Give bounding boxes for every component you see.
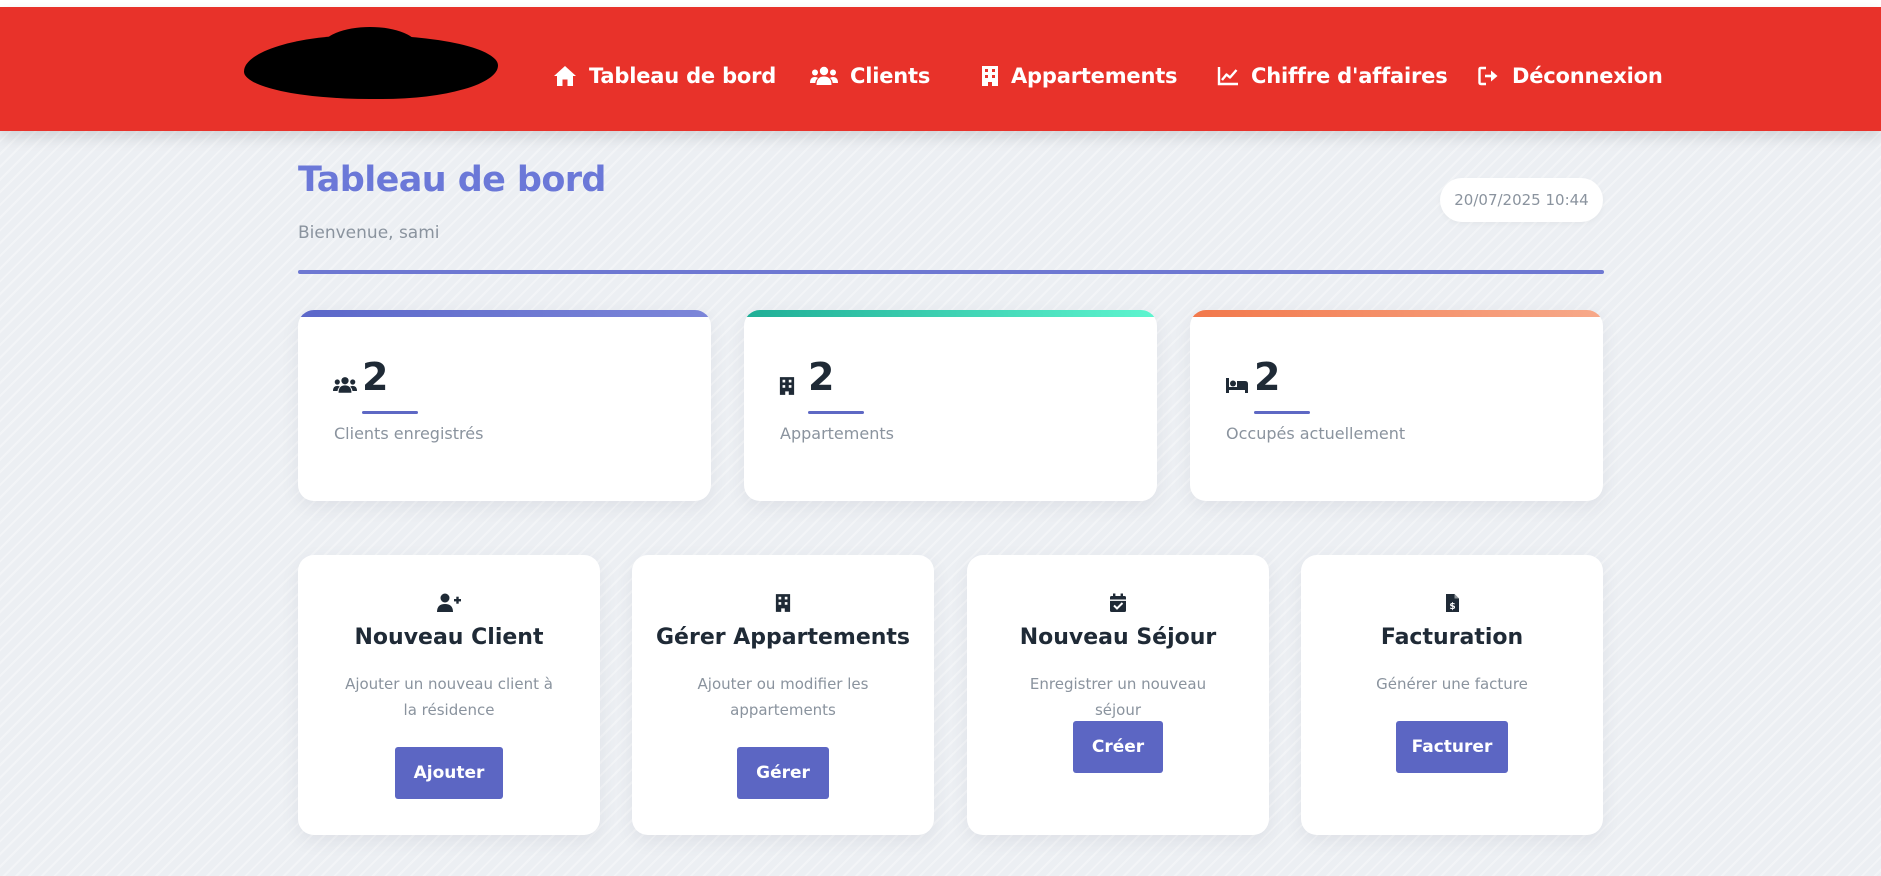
stat-card-appartements: 2 Appartements (744, 310, 1157, 501)
action-card-nouveau-sejour: Nouveau Séjour Enregistrer un nouveau sé… (967, 555, 1269, 835)
creer-button[interactable]: Créer (1073, 721, 1163, 773)
nav-appartements[interactable]: Appartements (981, 56, 1178, 96)
stat-accent-bar (744, 310, 1157, 317)
action-description: Ajouter un nouveau client à la résidence (345, 675, 553, 719)
user-plus-icon (437, 593, 461, 612)
page-title: Tableau de bord (298, 160, 606, 200)
action-description: Ajouter ou modifier les appartements (697, 675, 869, 719)
stat-label: Clients enregistrés (334, 424, 484, 443)
nav-deconnexion[interactable]: Déconnexion (1478, 56, 1663, 96)
stat-underline (362, 411, 418, 414)
ajouter-button[interactable]: Ajouter (395, 747, 503, 799)
users-icon (333, 377, 357, 393)
action-title: Facturation (1380, 625, 1524, 650)
stat-card-occupes: 2 Occupés actuellement (1190, 310, 1603, 501)
logout-icon (1478, 66, 1498, 86)
stat-label: Occupés actuellement (1226, 424, 1406, 443)
home-icon (554, 66, 576, 86)
nav-label: Appartements (1011, 64, 1178, 88)
nav-chiffre-affaires[interactable]: Chiffre d'affaires (1217, 56, 1448, 96)
svg-text:$: $ (1449, 602, 1455, 612)
nav-label: Déconnexion (1512, 64, 1663, 88)
stat-accent-bar (298, 310, 711, 317)
nav-clients[interactable]: Clients (810, 56, 930, 96)
nav-label: Tableau de bord (589, 64, 777, 88)
nav-tableau-de-bord[interactable]: Tableau de bord (553, 56, 776, 96)
facturer-button[interactable]: Facturer (1396, 721, 1508, 773)
stat-value: 2 (1254, 355, 1281, 399)
nav-label: Chiffre d'affaires (1251, 64, 1448, 88)
building-icon (779, 377, 795, 395)
stat-underline (1254, 411, 1310, 414)
nav-label: Clients (850, 64, 931, 88)
action-description: Générer une facture (1376, 675, 1528, 693)
stat-card-clients: 2 Clients enregistrés (298, 310, 711, 501)
action-card-facturation: $ Facturation Générer une facture Factur… (1301, 555, 1603, 835)
action-title: Nouveau Client (354, 625, 544, 650)
users-icon (810, 66, 838, 85)
action-description: Enregistrer un nouveau séjour (1029, 675, 1207, 719)
bed-icon (1226, 378, 1248, 393)
datetime-badge: 20/07/2025 10:44 (1440, 178, 1603, 222)
navbar: Tableau de bord Clients Appartements Chi… (0, 7, 1881, 131)
building-icon (775, 594, 791, 612)
action-card-gerer-appartements: Gérer Appartements Ajouter ou modifier l… (632, 555, 934, 835)
stat-label: Appartements (780, 424, 894, 443)
calendar-check-icon (1110, 593, 1126, 612)
gerer-button[interactable]: Gérer (737, 747, 829, 799)
invoice-icon: $ (1445, 594, 1459, 612)
top-band (0, 0, 1881, 7)
action-card-nouveau-client: Nouveau Client Ajouter un nouveau client… (298, 555, 600, 835)
logo-redacted[interactable] (244, 27, 498, 99)
stat-accent-bar (1190, 310, 1603, 317)
action-title: Gérer Appartements (655, 625, 911, 650)
stat-underline (808, 411, 864, 414)
stat-value: 2 (808, 355, 835, 399)
action-title: Nouveau Séjour (1019, 625, 1217, 650)
welcome-text: Bienvenue, sami (298, 223, 440, 243)
building-icon (982, 66, 998, 86)
stat-value: 2 (362, 355, 389, 399)
chart-line-icon (1217, 67, 1238, 86)
title-divider (298, 270, 1604, 274)
